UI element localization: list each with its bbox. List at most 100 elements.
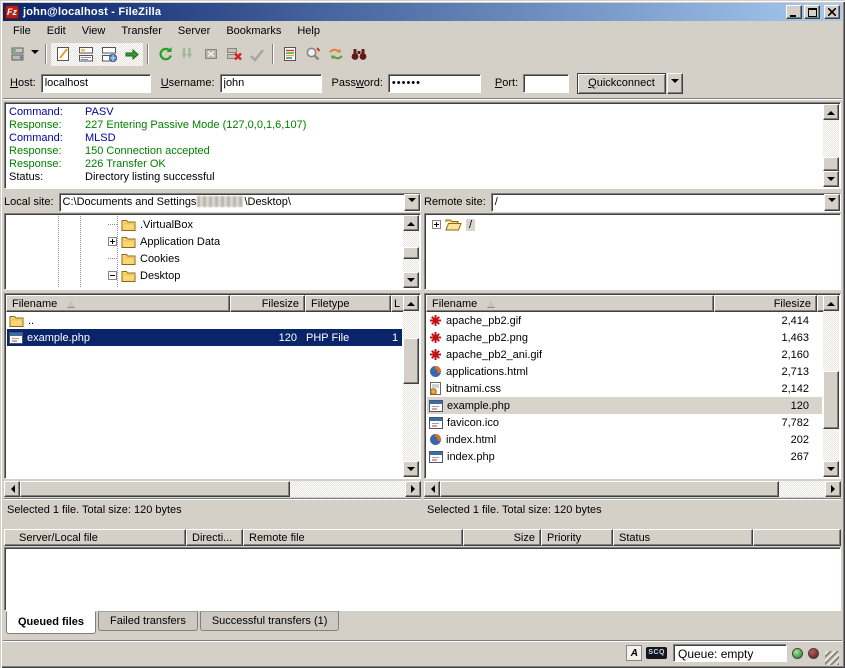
scroll-down-button[interactable] (823, 461, 839, 477)
scroll-track[interactable] (403, 231, 419, 272)
scroll-up-button[interactable] (823, 104, 839, 120)
toggle-message-log-button[interactable] (51, 43, 74, 66)
scroll-thumb[interactable] (20, 481, 290, 497)
quickconnect-button[interactable]: Quickconnect (577, 73, 666, 94)
column-header-priority[interactable]: Priority (541, 529, 613, 546)
file-row[interactable]: apache_pb2.gif 2,414 (427, 312, 822, 329)
menu-edit[interactable]: Edit (39, 23, 74, 39)
scroll-left-button[interactable] (424, 481, 440, 497)
file-row-example-php[interactable]: example.php 120 PHP File 1 (7, 329, 402, 346)
disconnect-button[interactable] (222, 43, 245, 66)
toggle-remote-tree-button[interactable] (97, 43, 120, 66)
scroll-track[interactable] (440, 481, 825, 497)
remote-directory-tree[interactable]: / (424, 213, 841, 290)
port-input[interactable] (523, 74, 569, 93)
tree-item-root[interactable]: / (427, 216, 838, 233)
scroll-down-button[interactable] (403, 461, 419, 477)
refresh-button[interactable] (153, 43, 176, 66)
file-row[interactable]: apache_pb2.png 1,463 (427, 329, 822, 346)
process-queue-button[interactable] (176, 43, 199, 66)
scroll-track[interactable] (823, 120, 839, 171)
password-input[interactable] (388, 74, 481, 93)
remote-hscrollbar[interactable] (424, 481, 841, 497)
remote-site-combobox[interactable]: / (491, 193, 841, 212)
cancel-button[interactable] (199, 43, 222, 66)
find-files-button[interactable] (347, 43, 370, 66)
scroll-track[interactable] (403, 311, 419, 461)
local-directory-tree[interactable]: .VirtualBox Application Data Cookies Des… (4, 213, 421, 290)
remote-list-scrollbar[interactable] (823, 295, 839, 477)
column-header-filesize[interactable]: Filesize (714, 295, 817, 312)
scroll-thumb[interactable] (403, 338, 419, 384)
scroll-thumb[interactable] (823, 157, 839, 171)
scroll-up-button[interactable] (823, 295, 839, 311)
local-tree-scrollbar[interactable] (403, 215, 419, 288)
column-header-filesize[interactable]: Filesize (230, 295, 305, 312)
scroll-left-button[interactable] (4, 481, 20, 497)
minimize-button[interactable] (786, 5, 802, 19)
column-header-filename[interactable]: Filename (426, 295, 714, 312)
tab-successful-transfers[interactable]: Successful transfers (1) (200, 611, 340, 631)
file-row[interactable]: bitnami.css 2,142 (427, 380, 822, 397)
scroll-thumb[interactable] (403, 247, 419, 259)
scroll-down-button[interactable] (823, 171, 839, 187)
file-row[interactable]: favicon.ico 7,782 (427, 414, 822, 431)
column-header-size[interactable]: Size (463, 529, 541, 546)
collapse-minus-icon[interactable] (108, 271, 117, 280)
scroll-right-button[interactable] (825, 481, 841, 497)
resize-grip[interactable] (825, 651, 839, 665)
scroll-thumb[interactable] (823, 371, 839, 429)
remote-site-dropdown[interactable] (824, 194, 840, 211)
tree-item-cookies[interactable]: Cookies (7, 250, 418, 267)
local-list-scrollbar[interactable] (403, 295, 419, 477)
scroll-track[interactable] (823, 311, 839, 461)
scroll-track[interactable] (20, 481, 405, 497)
menu-file[interactable]: File (5, 23, 39, 39)
scroll-thumb[interactable] (440, 481, 779, 497)
site-manager-dropdown[interactable] (29, 43, 41, 66)
site-manager-button[interactable] (6, 43, 29, 66)
file-row[interactable]: index.php 267 (427, 448, 822, 465)
menu-server[interactable]: Server (170, 23, 218, 39)
file-row[interactable]: index.html 202 (427, 431, 822, 448)
menu-view[interactable]: View (74, 23, 114, 39)
toggle-queue-button[interactable] (120, 43, 143, 66)
reconnect-button[interactable] (245, 43, 268, 66)
scroll-up-button[interactable] (403, 215, 419, 231)
scroll-right-button[interactable] (405, 481, 421, 497)
tree-item-application-data[interactable]: Application Data (7, 233, 418, 250)
column-header-status[interactable]: Status (613, 529, 753, 546)
tab-failed-transfers[interactable]: Failed transfers (98, 611, 198, 631)
directory-filters-button[interactable] (278, 43, 301, 66)
local-site-dropdown[interactable] (404, 194, 420, 211)
tree-item-virtualbox[interactable]: .VirtualBox (7, 216, 418, 233)
file-row[interactable]: apache_pb2_ani.gif 2,160 (427, 346, 822, 363)
local-site-combobox[interactable]: C:\Documents and Settings\Desktop\ (59, 193, 421, 212)
menu-bookmarks[interactable]: Bookmarks (218, 23, 289, 39)
quickconnect-dropdown[interactable] (667, 73, 683, 94)
maximize-button[interactable] (804, 5, 820, 19)
expand-plus-icon[interactable] (108, 237, 117, 246)
scroll-down-button[interactable] (403, 272, 419, 288)
column-header-filetype[interactable]: Filetype (305, 295, 391, 312)
column-header-filename[interactable]: Filename (6, 295, 230, 312)
column-header-direction[interactable]: Directi... (186, 529, 243, 546)
tree-item-desktop[interactable]: Desktop (7, 267, 418, 284)
host-input[interactable] (41, 74, 151, 93)
compare-directories-button[interactable] (301, 43, 324, 66)
menu-help[interactable]: Help (289, 23, 328, 39)
toggle-local-tree-button[interactable] (74, 43, 97, 66)
file-row-parent-dir[interactable]: .. (7, 312, 402, 329)
file-row-selected[interactable]: example.php 120 (427, 397, 822, 414)
log-scrollbar[interactable] (823, 104, 839, 187)
username-input[interactable] (220, 74, 322, 93)
local-hscrollbar[interactable] (4, 481, 421, 497)
synchronized-browsing-button[interactable] (324, 43, 347, 66)
close-button[interactable] (824, 5, 840, 19)
scroll-up-button[interactable] (403, 295, 419, 311)
column-header-server-local-file[interactable]: Server/Local file (4, 529, 186, 546)
tab-queued-files[interactable]: Queued files (6, 611, 96, 634)
queue-content[interactable] (4, 547, 841, 611)
menu-transfer[interactable]: Transfer (113, 23, 170, 39)
title-bar[interactable]: Fz john@localhost - FileZilla (3, 3, 842, 21)
